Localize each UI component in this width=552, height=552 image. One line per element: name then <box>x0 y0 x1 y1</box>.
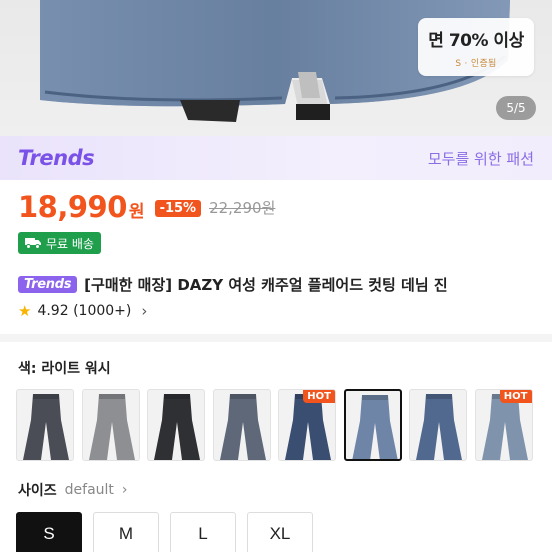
trends-banner[interactable]: Trends 모두를 위한 패션 <box>0 136 552 180</box>
discount-badge: -15% <box>154 200 202 217</box>
price-row: 18,990 원 -15% 22,290원 <box>18 190 275 224</box>
material-badge-sub: S · 인증됨 <box>455 59 497 69</box>
color-swatch[interactable]: HOT <box>474 389 533 461</box>
color-swatch[interactable] <box>409 389 467 461</box>
color-swatch[interactable] <box>212 389 271 461</box>
material-badge: 면 70% 이상 S · 인증됨 <box>418 18 534 76</box>
jeans-thumbnail <box>154 394 200 460</box>
product-title: [구매한 매장] DAZY 여성 캐주얼 플레어드 컷팅 데님 진 <box>84 276 448 294</box>
color-swatch[interactable]: HOT <box>278 389 336 461</box>
product-title-row: Trends [구매한 매장] DAZY 여성 캐주얼 플레어드 컷팅 데님 진 <box>18 274 448 295</box>
color-label: 색: 라이트 워시 <box>18 361 111 377</box>
size-title: 사이즈 <box>18 483 57 499</box>
free-shipping-badge: 무료 배송 <box>18 232 101 254</box>
jeans-thumbnail <box>351 395 398 459</box>
size-option-s[interactable]: S <box>16 512 82 552</box>
trends-chip: Trends <box>18 276 78 293</box>
size-option-l[interactable]: L <box>170 512 236 552</box>
original-price: 22,290원 <box>209 199 276 217</box>
hot-badge: HOT <box>303 390 335 403</box>
price-unit: 원 <box>128 202 145 222</box>
truck-icon <box>25 238 41 249</box>
hot-badge: HOT <box>499 390 532 403</box>
chevron-right-icon: › <box>121 482 128 498</box>
jeans-thumbnail <box>88 394 135 460</box>
section-divider <box>0 334 552 342</box>
image-page-counter: 5/5 <box>496 96 536 120</box>
size-option-m[interactable]: M <box>93 512 159 552</box>
size-default-label: default <box>64 482 114 498</box>
material-badge-main: 면 70% 이상 <box>428 31 524 51</box>
size-option-xl[interactable]: XL <box>247 512 313 552</box>
color-swatch[interactable] <box>343 389 402 461</box>
size-header[interactable]: 사이즈 default › <box>18 480 128 500</box>
product-image-carousel[interactable]: 면 70% 이상 S · 인증됨 5/5 <box>0 0 552 136</box>
color-swatch[interactable] <box>16 389 74 461</box>
color-swatch[interactable] <box>81 389 140 461</box>
jeans-thumbnail <box>23 394 69 460</box>
jeans-thumbnail <box>416 394 462 460</box>
free-shipping-label: 무료 배송 <box>46 236 94 251</box>
trends-tagline: 모두를 위한 패션 <box>427 149 534 168</box>
rating-row[interactable]: ★ 4.92 (1000+) › <box>18 302 147 320</box>
color-swatch[interactable] <box>147 389 205 461</box>
rating-value: 4.92 (1000+) <box>37 303 132 319</box>
chevron-right-icon: › <box>141 302 148 320</box>
trends-logo: Trends <box>18 146 95 170</box>
sale-price: 18,990 <box>18 190 127 224</box>
jeans-thumbnail <box>219 394 266 460</box>
star-icon: ★ <box>18 302 32 320</box>
